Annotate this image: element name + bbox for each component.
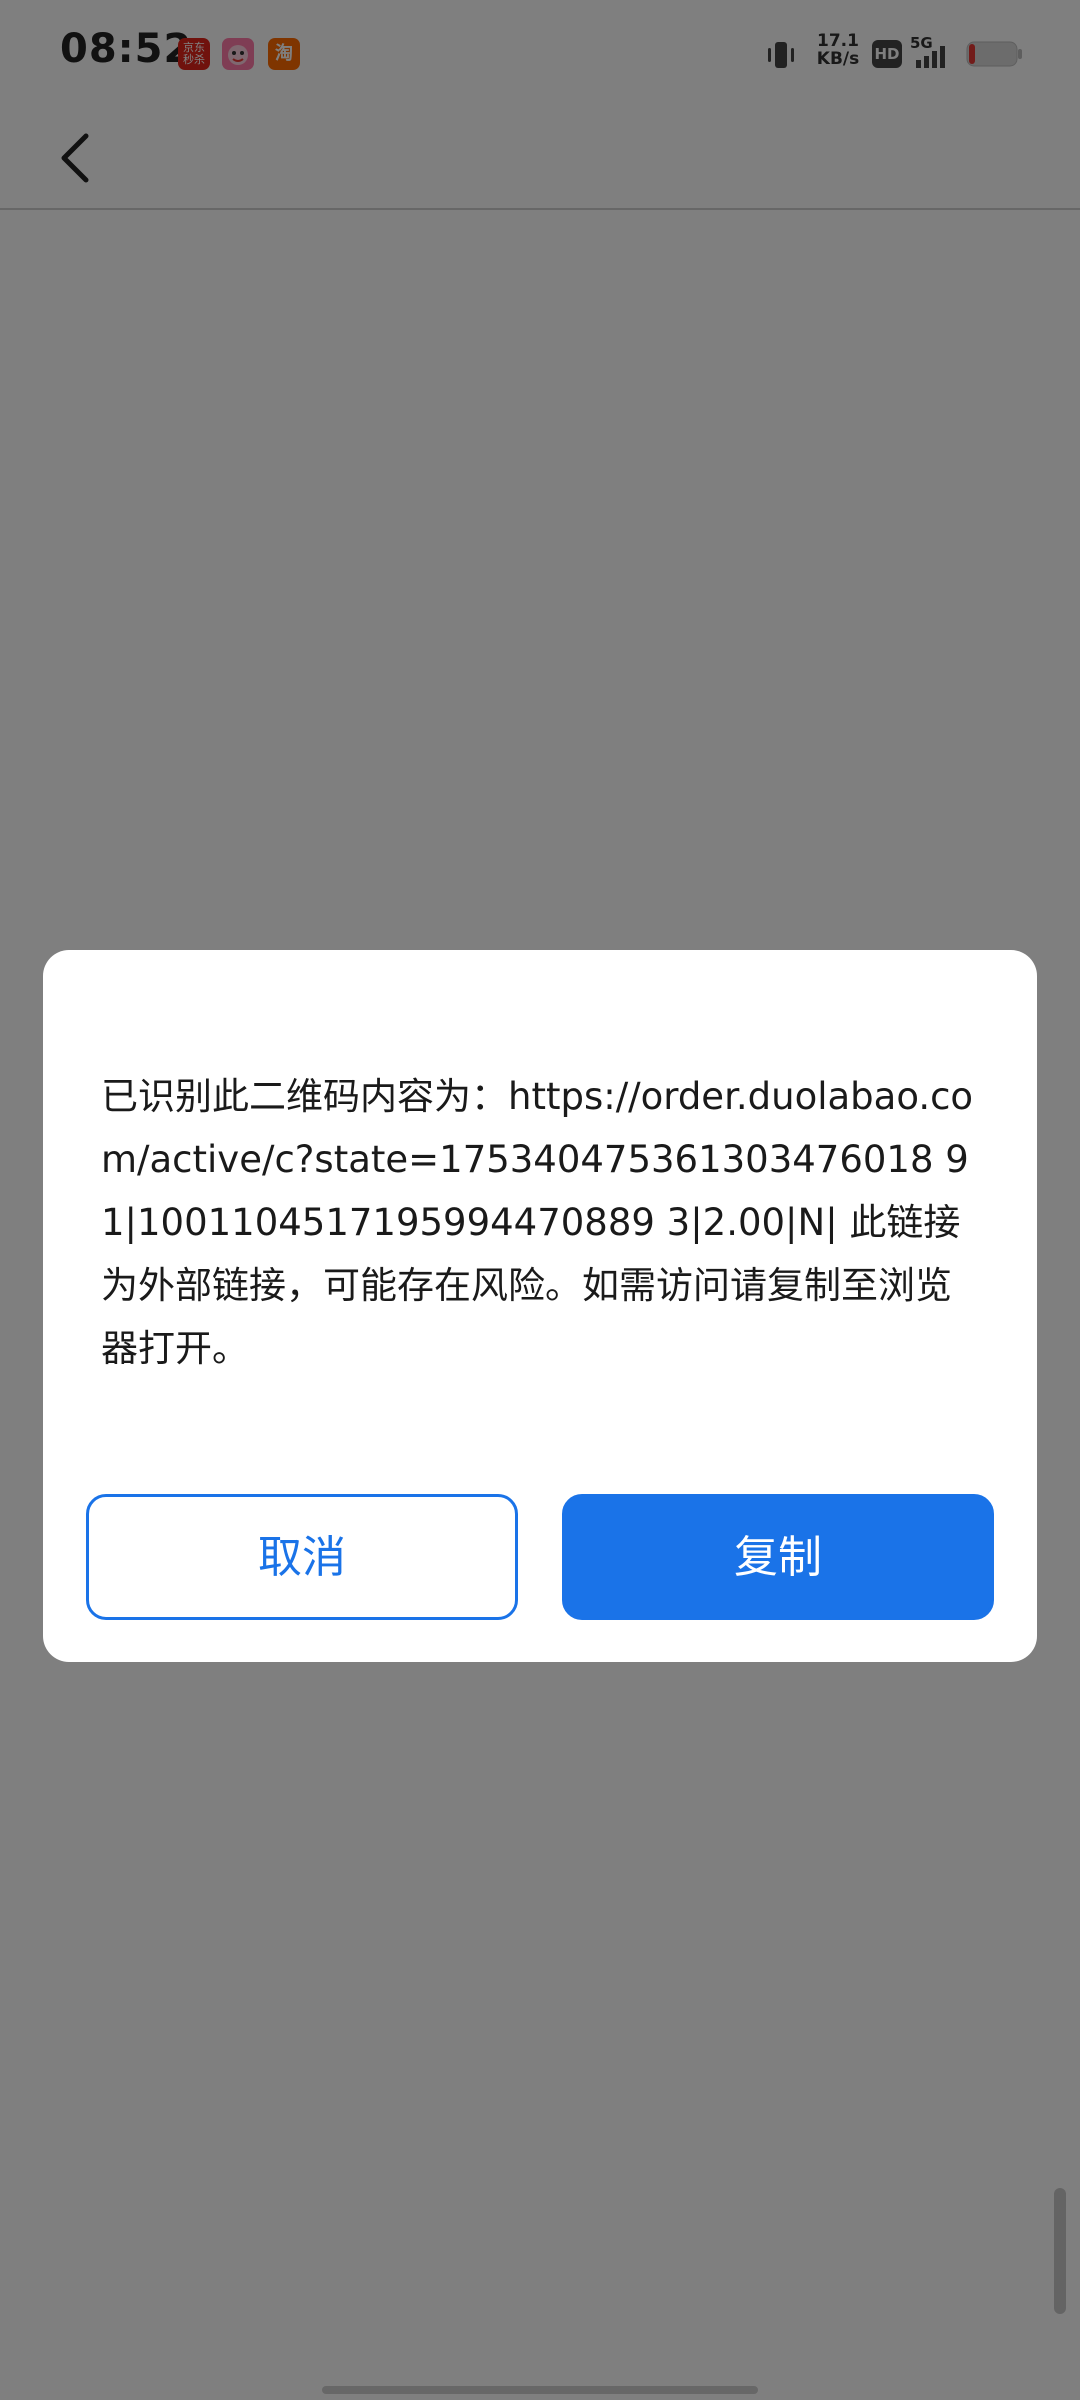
cancel-button[interactable]: 取消 — [86, 1494, 518, 1620]
copy-button[interactable]: 复制 — [562, 1494, 994, 1620]
dialog-message: 已识别此二维码内容为：https://order.duolabao.com/ac… — [101, 1075, 974, 1370]
qr-link-dialog: 已识别此二维码内容为：https://order.duolabao.com/ac… — [43, 950, 1037, 1662]
